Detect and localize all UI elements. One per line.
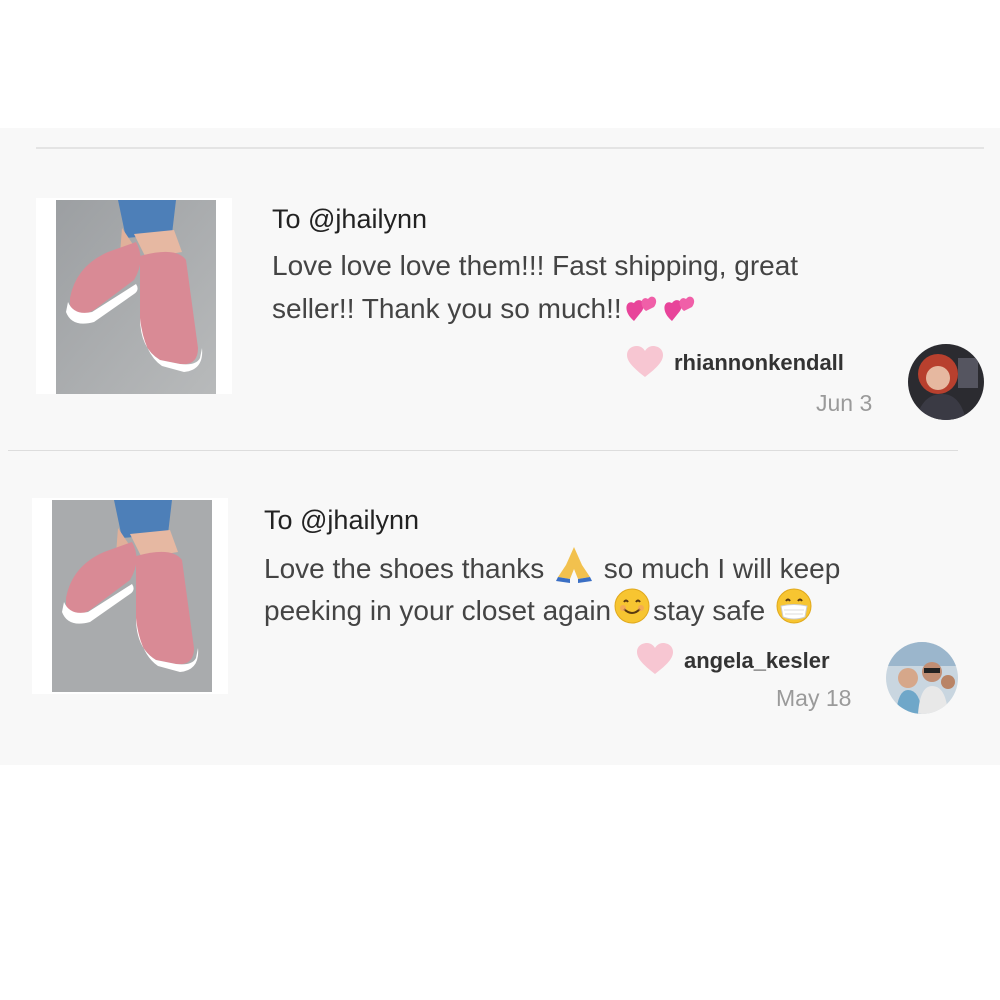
reviewer-username[interactable]: angela_kesler <box>684 648 830 674</box>
top-divider <box>36 147 984 149</box>
review-message-line: peeking in your closet again stay safe <box>264 587 815 637</box>
review-message-text: seller!! Thank you so much!! <box>272 293 622 324</box>
revolving-hearts-icon <box>662 292 696 335</box>
smiling-face-icon <box>613 587 651 637</box>
review-message-text: so much I will keep <box>603 553 841 584</box>
review-recipient: To @jhailynn <box>264 505 419 535</box>
review-date: May 18 <box>776 685 852 711</box>
reviewer-username[interactable]: rhiannonkendall <box>674 350 844 376</box>
review-message-text: stay safe <box>653 595 766 626</box>
sneaker-photo-icon <box>52 500 212 692</box>
review-message-text: peeking in your closet again <box>264 595 612 626</box>
review-message-line: Love love love them!!! Fast shipping, gr… <box>272 250 799 281</box>
reviewer-avatar[interactable] <box>908 344 984 420</box>
revolving-hearts-icon <box>624 292 658 335</box>
product-thumbnail[interactable] <box>36 198 232 394</box>
sneaker-photo-icon <box>56 200 216 394</box>
review-divider <box>8 450 958 451</box>
review-message-line: seller!! Thank you so much!! <box>272 287 698 335</box>
like-heart-icon[interactable] <box>636 642 674 676</box>
like-heart-icon[interactable] <box>626 345 664 379</box>
avatar-photo-icon <box>886 642 958 714</box>
review-recipient: To @jhailynn <box>272 204 427 234</box>
product-thumbnail[interactable] <box>32 498 228 694</box>
review-message-text: Love the shoes thanks <box>264 553 545 584</box>
review-date: Jun 3 <box>816 390 873 416</box>
reviewer-avatar[interactable] <box>886 642 958 714</box>
avatar-photo-icon <box>908 344 984 420</box>
reviews-page: To @jhailynn Love love love them!!! Fast… <box>0 0 1000 1000</box>
face-with-medical-mask-icon <box>775 587 813 637</box>
